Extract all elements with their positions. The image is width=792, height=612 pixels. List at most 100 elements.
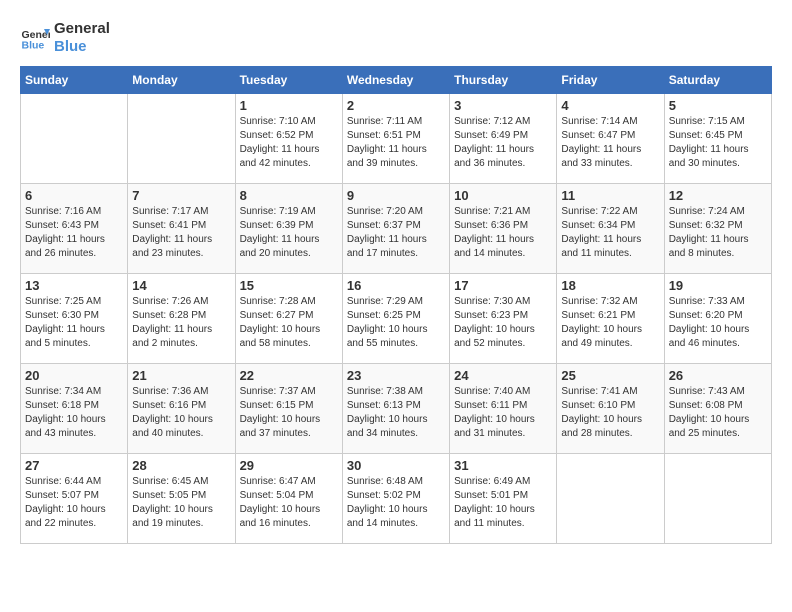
day-info: Sunrise: 6:49 AM Sunset: 5:01 PM Dayligh… <box>454 475 552 531</box>
day-info: Sunrise: 7:32 AM Sunset: 6:21 PM Dayligh… <box>561 295 659 351</box>
day-info: Sunrise: 7:41 AM Sunset: 6:10 PM Dayligh… <box>561 385 659 441</box>
calendar-cell: 16 Sunrise: 7:29 AM Sunset: 6:25 PM Dayli… <box>342 274 449 364</box>
day-number: 4 <box>561 98 659 113</box>
calendar-cell: 27Sunrise: 6:44 AM Sunset: 5:07 PM Dayli… <box>21 454 128 544</box>
column-header-sunday: Sunday <box>21 67 128 94</box>
calendar-table: SundayMondayTuesdayWednesdayThursdayFrid… <box>20 66 772 544</box>
day-number: 25 <box>561 368 659 383</box>
day-info: Sunrise: 7:20 AM Sunset: 6:37 PM Dayligh… <box>347 205 445 261</box>
day-number: 2 <box>347 98 445 113</box>
day-info: Sunrise: 6:44 AM Sunset: 5:07 PM Dayligh… <box>25 475 123 531</box>
day-number: 1 <box>240 98 338 113</box>
day-info: Sunrise: 7:36 AM Sunset: 6:16 PM Dayligh… <box>132 385 230 441</box>
day-number: 29 <box>240 458 338 473</box>
calendar-cell: 26 Sunrise: 7:43 AM Sunset: 6:08 PM Dayli… <box>664 364 771 454</box>
day-number: 5 <box>669 98 767 113</box>
day-info: Sunrise: 7:26 AM Sunset: 6:28 PM Dayligh… <box>132 295 230 351</box>
day-info: Sunrise: 7:17 AM Sunset: 6:41 PM Dayligh… <box>132 205 230 261</box>
calendar-cell: 4 Sunrise: 7:14 AM Sunset: 6:47 PM Daylig… <box>557 94 664 184</box>
calendar-week-row: 13 Sunrise: 7:25 AM Sunset: 6:30 PM Dayli… <box>21 274 772 364</box>
day-number: 21 <box>132 368 230 383</box>
day-number: 31 <box>454 458 552 473</box>
day-info: Sunrise: 7:15 AM Sunset: 6:45 PM Dayligh… <box>669 115 767 171</box>
calendar-cell: 20 Sunrise: 7:34 AM Sunset: 6:18 PM Dayli… <box>21 364 128 454</box>
logo-icon: General Blue <box>20 23 50 53</box>
day-info: Sunrise: 7:19 AM Sunset: 6:39 PM Dayligh… <box>240 205 338 261</box>
calendar-cell: 28 Sunrise: 6:45 AM Sunset: 5:05 PM Dayli… <box>128 454 235 544</box>
day-number: 24 <box>454 368 552 383</box>
calendar-cell: 10Sunrise: 7:21 AM Sunset: 6:36 PM Dayli… <box>450 184 557 274</box>
calendar-cell: 22Sunrise: 7:37 AM Sunset: 6:15 PM Dayli… <box>235 364 342 454</box>
calendar-cell: 7 Sunrise: 7:17 AM Sunset: 6:41 PM Daylig… <box>128 184 235 274</box>
day-number: 16 <box>347 278 445 293</box>
calendar-week-row: 6 Sunrise: 7:16 AM Sunset: 6:43 PM Daylig… <box>21 184 772 274</box>
calendar-week-row: 1Sunrise: 7:10 AM Sunset: 6:52 PM Daylig… <box>21 94 772 184</box>
day-number: 13 <box>25 278 123 293</box>
day-info: Sunrise: 7:40 AM Sunset: 6:11 PM Dayligh… <box>454 385 552 441</box>
calendar-cell: 8 Sunrise: 7:19 AM Sunset: 6:39 PM Daylig… <box>235 184 342 274</box>
calendar-week-row: 27Sunrise: 6:44 AM Sunset: 5:07 PM Dayli… <box>21 454 772 544</box>
day-info: Sunrise: 7:16 AM Sunset: 6:43 PM Dayligh… <box>25 205 123 261</box>
calendar-cell <box>128 94 235 184</box>
day-number: 20 <box>25 368 123 383</box>
svg-text:Blue: Blue <box>22 40 45 52</box>
day-number: 9 <box>347 188 445 203</box>
day-info: Sunrise: 7:37 AM Sunset: 6:15 PM Dayligh… <box>240 385 338 441</box>
day-info: Sunrise: 7:14 AM Sunset: 6:47 PM Dayligh… <box>561 115 659 171</box>
day-info: Sunrise: 7:38 AM Sunset: 6:13 PM Dayligh… <box>347 385 445 441</box>
day-info: Sunrise: 7:28 AM Sunset: 6:27 PM Dayligh… <box>240 295 338 351</box>
calendar-cell: 24 Sunrise: 7:40 AM Sunset: 6:11 PM Dayli… <box>450 364 557 454</box>
logo: General Blue General Blue <box>20 20 110 56</box>
day-number: 28 <box>132 458 230 473</box>
calendar-cell: 19 Sunrise: 7:33 AM Sunset: 6:20 PM Dayli… <box>664 274 771 364</box>
day-number: 26 <box>669 368 767 383</box>
day-number: 6 <box>25 188 123 203</box>
column-header-friday: Friday <box>557 67 664 94</box>
day-number: 17 <box>454 278 552 293</box>
page-header: General Blue General Blue <box>20 20 772 56</box>
column-header-saturday: Saturday <box>664 67 771 94</box>
day-info: Sunrise: 7:12 AM Sunset: 6:49 PM Dayligh… <box>454 115 552 171</box>
calendar-cell <box>664 454 771 544</box>
day-info: Sunrise: 7:33 AM Sunset: 6:20 PM Dayligh… <box>669 295 767 351</box>
calendar-cell: 12 Sunrise: 7:24 AM Sunset: 6:32 PM Dayli… <box>664 184 771 274</box>
calendar-cell: 15 Sunrise: 7:28 AM Sunset: 6:27 PM Dayli… <box>235 274 342 364</box>
day-info: Sunrise: 6:48 AM Sunset: 5:02 PM Dayligh… <box>347 475 445 531</box>
calendar-cell: 31 Sunrise: 6:49 AM Sunset: 5:01 PM Dayli… <box>450 454 557 544</box>
calendar-cell: 29 Sunrise: 6:47 AM Sunset: 5:04 PM Dayli… <box>235 454 342 544</box>
calendar-body: 1Sunrise: 7:10 AM Sunset: 6:52 PM Daylig… <box>21 94 772 544</box>
day-number: 12 <box>669 188 767 203</box>
calendar-cell: 23 Sunrise: 7:38 AM Sunset: 6:13 PM Dayli… <box>342 364 449 454</box>
calendar-cell: 11 Sunrise: 7:22 AM Sunset: 6:34 PM Dayli… <box>557 184 664 274</box>
day-info: Sunrise: 7:25 AM Sunset: 6:30 PM Dayligh… <box>25 295 123 351</box>
calendar-cell <box>557 454 664 544</box>
day-info: Sunrise: 6:47 AM Sunset: 5:04 PM Dayligh… <box>240 475 338 531</box>
calendar-cell: 25 Sunrise: 7:41 AM Sunset: 6:10 PM Dayli… <box>557 364 664 454</box>
day-info: Sunrise: 7:24 AM Sunset: 6:32 PM Dayligh… <box>669 205 767 261</box>
calendar-cell: 14 Sunrise: 7:26 AM Sunset: 6:28 PM Dayli… <box>128 274 235 364</box>
calendar-cell: 6 Sunrise: 7:16 AM Sunset: 6:43 PM Daylig… <box>21 184 128 274</box>
column-header-tuesday: Tuesday <box>235 67 342 94</box>
calendar-week-row: 20 Sunrise: 7:34 AM Sunset: 6:18 PM Dayli… <box>21 364 772 454</box>
calendar-cell: 1Sunrise: 7:10 AM Sunset: 6:52 PM Daylig… <box>235 94 342 184</box>
day-number: 3 <box>454 98 552 113</box>
day-number: 11 <box>561 188 659 203</box>
day-number: 14 <box>132 278 230 293</box>
day-number: 15 <box>240 278 338 293</box>
day-number: 23 <box>347 368 445 383</box>
day-number: 7 <box>132 188 230 203</box>
calendar-header-row: SundayMondayTuesdayWednesdayThursdayFrid… <box>21 67 772 94</box>
column-header-thursday: Thursday <box>450 67 557 94</box>
day-info: Sunrise: 6:45 AM Sunset: 5:05 PM Dayligh… <box>132 475 230 531</box>
column-header-wednesday: Wednesday <box>342 67 449 94</box>
calendar-cell <box>21 94 128 184</box>
day-number: 8 <box>240 188 338 203</box>
calendar-cell: 9 Sunrise: 7:20 AM Sunset: 6:37 PM Daylig… <box>342 184 449 274</box>
day-info: Sunrise: 7:29 AM Sunset: 6:25 PM Dayligh… <box>347 295 445 351</box>
calendar-cell: 18Sunrise: 7:32 AM Sunset: 6:21 PM Dayli… <box>557 274 664 364</box>
day-number: 19 <box>669 278 767 293</box>
day-number: 30 <box>347 458 445 473</box>
day-info: Sunrise: 7:43 AM Sunset: 6:08 PM Dayligh… <box>669 385 767 441</box>
day-info: Sunrise: 7:34 AM Sunset: 6:18 PM Dayligh… <box>25 385 123 441</box>
day-info: Sunrise: 7:22 AM Sunset: 6:34 PM Dayligh… <box>561 205 659 261</box>
